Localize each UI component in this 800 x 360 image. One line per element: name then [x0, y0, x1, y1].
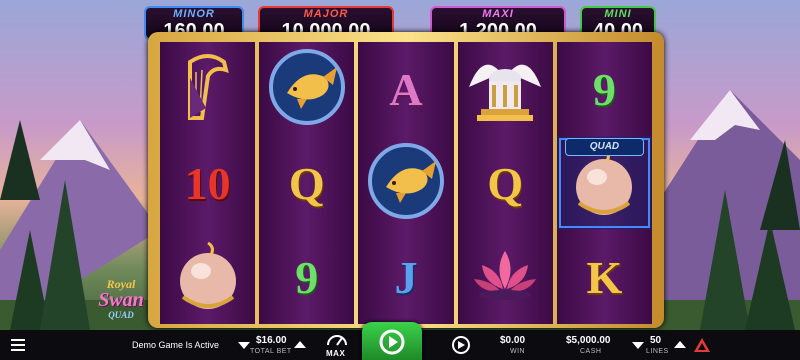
symbol-label: K [586, 251, 623, 303]
reel-5: 9 QUAD K [556, 42, 653, 324]
up-arrow-icon [294, 341, 306, 348]
up-arrow-icon [674, 341, 686, 348]
total-bet-label: TOTAL BET [250, 348, 292, 355]
reel-symbol [358, 136, 453, 230]
symbol-label: 9 [592, 63, 616, 115]
win-value: $0.00 [500, 335, 526, 346]
gauge-icon [327, 335, 347, 346]
reel-symbol [458, 230, 553, 324]
bet-increase-button[interactable] [292, 330, 308, 360]
winged-temple-icon [463, 47, 547, 132]
reel-symbol [160, 230, 255, 324]
autoplay-icon [452, 336, 470, 354]
reel-2: Q9 [259, 42, 355, 324]
reel-symbol: 9 [557, 42, 652, 136]
reel-grid: 10 Q 9 A J Q 9 QUAD K [160, 42, 653, 324]
symbol-label: Q [288, 157, 325, 209]
reel-1: 10 [160, 42, 256, 324]
hamburger-icon [11, 339, 25, 351]
max-bet-button[interactable]: MAX [322, 330, 352, 360]
down-arrow-icon [238, 342, 250, 349]
menu-button[interactable] [8, 330, 28, 360]
autoplay-button[interactable] [448, 330, 474, 360]
symbol-label: A [389, 63, 423, 115]
reel-symbol: A [358, 42, 453, 136]
logo-line-3: QUAD [108, 310, 134, 320]
reel-symbol: K [557, 230, 652, 324]
quad-badge: QUAD [564, 138, 645, 156]
demo-status: Demo Game Is Active [132, 340, 220, 350]
lines-increase-button[interactable] [672, 330, 688, 360]
reel-symbol: Q [458, 136, 553, 230]
logo-line-2: Swan [98, 289, 144, 311]
lines-label: LINES [646, 348, 669, 355]
reel-symbol [458, 42, 553, 136]
bet-decrease-button[interactable] [236, 330, 252, 360]
lotus-icon [470, 245, 540, 310]
koi-fish-icon [366, 141, 446, 226]
spin-icon [379, 329, 405, 355]
cash-label: CASH [580, 348, 602, 355]
reel-symbol: QUAD [556, 136, 653, 230]
cash-value: $5,000.00 [566, 335, 611, 346]
game-logo: Royal Swan QUAD [86, 278, 156, 330]
koi-fish-icon [267, 47, 347, 132]
reel-symbol: 9 [259, 230, 354, 324]
lines-value: 50 [650, 335, 662, 346]
reel-symbol: Q [259, 136, 354, 230]
golden-egg-icon [175, 237, 241, 318]
win-label: WIN [510, 348, 526, 355]
reel-3: AJ [358, 42, 454, 324]
reel-symbol [259, 42, 354, 136]
max-label: MAX [326, 349, 346, 358]
reel-symbol [160, 42, 255, 136]
spin-button[interactable] [362, 322, 422, 360]
harp-icon [180, 48, 236, 131]
reel-4: Q [457, 42, 553, 324]
total-bet-value: $16.00 [256, 335, 287, 346]
symbol-label: 9 [295, 251, 319, 303]
down-arrow-icon [632, 342, 644, 349]
symbol-label: 10 [184, 157, 231, 209]
reel-symbol: 10 [160, 136, 255, 230]
reel-symbol: J [358, 230, 453, 324]
symbol-label: J [394, 251, 418, 303]
symbol-label: Q [487, 157, 524, 209]
lines-decrease-button[interactable] [630, 330, 646, 360]
provider-logo-icon [694, 338, 710, 352]
